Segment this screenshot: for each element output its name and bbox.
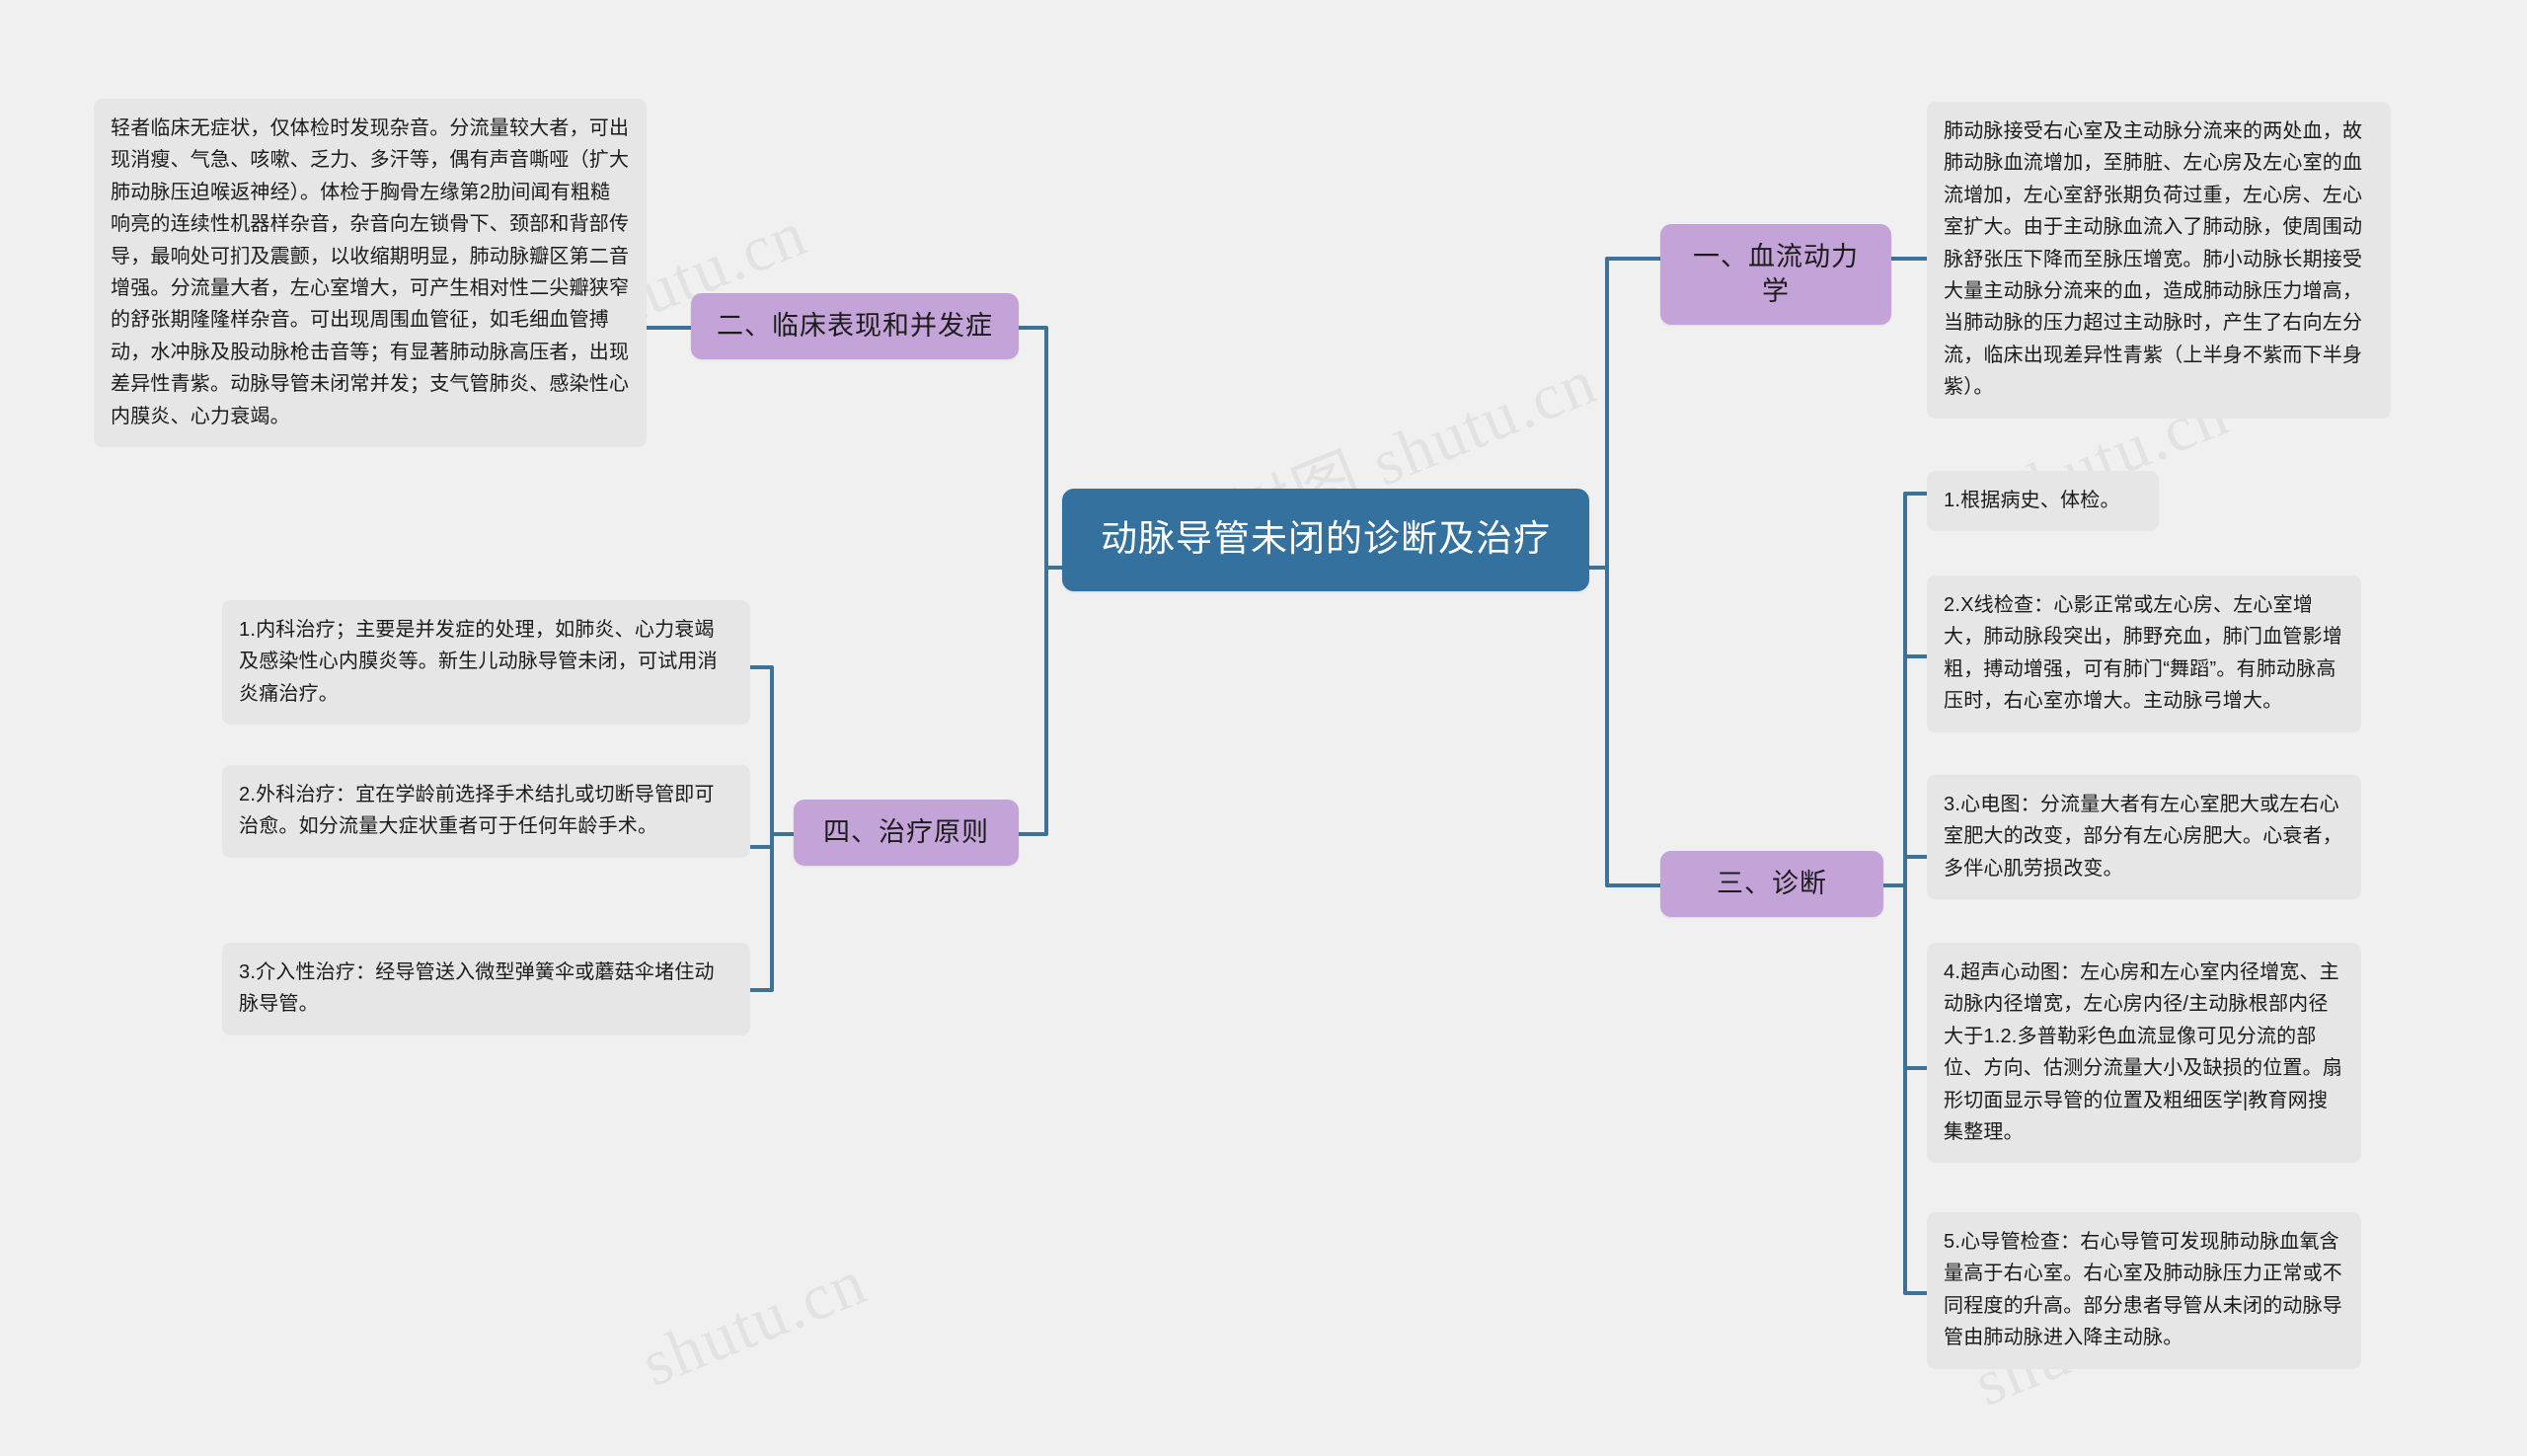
branch-node-clinical[interactable]: 二、临床表现和并发症 <box>691 293 1019 360</box>
leaf-node-diagnosis-item-text: 5.心导管检查：右心导管可发现肺动脉血氧含量高于右心室。右心室及肺动脉压力正常或… <box>1944 1231 2342 1349</box>
leaf-node-clinical-detail[interactable]: 轻者临床无症状，仅体检时发现杂音。分流量较大者，可出现消瘦、气急、咳嗽、乏力、多… <box>94 99 647 447</box>
leaf-node-diagnosis-item[interactable]: 5.心导管检查：右心导管可发现肺动脉血氧含量高于右心室。右心室及肺动脉压力正常或… <box>1927 1212 2361 1369</box>
leaf-node-diagnosis-item[interactable]: 3.心电图：分流量大者有左心室肥大或左右心室肥大的改变，部分有左心房肥大。心衰者… <box>1927 775 2361 900</box>
branch-node-diagnosis[interactable]: 三、诊断 <box>1660 851 1883 918</box>
branch-node-diagnosis-label: 三、诊断 <box>1717 869 1827 898</box>
leaf-node-diagnosis-item-text: 2.X线检查：心影正常或左心房、左心室增大，肺动脉段突出，肺野充血，肺门血管影增… <box>1944 594 2342 713</box>
leaf-node-diagnosis-item[interactable]: 2.X线检查：心影正常或左心房、左心室增大，肺动脉段突出，肺野充血，肺门血管影增… <box>1927 575 2361 732</box>
branch-node-hemodynamics[interactable]: 一、血流动力学 <box>1660 224 1891 326</box>
leaf-node-treatment-item-text: 2.外科治疗：宜在学龄前选择手术结扎或切断导管即可治愈。如分流量大症状重者可于任… <box>239 784 715 838</box>
leaf-node-diagnosis-item-text: 4.超声心动图：左心房和左心室内径增宽、主动脉内径增宽，左心房内径/主动脉根部内… <box>1944 961 2342 1143</box>
leaf-node-treatment-item[interactable]: 3.介入性治疗：经导管送入微型弹簧伞或蘑菇伞堵住动脉导管。 <box>222 943 750 1035</box>
leaf-node-diagnosis-item-text: 1.根据病史、体检。 <box>1944 490 2120 511</box>
branch-node-treatment[interactable]: 四、治疗原则 <box>794 800 1019 867</box>
root-node[interactable]: 动脉导管未闭的诊断及治疗 <box>1062 489 1589 591</box>
leaf-node-treatment-item-text: 1.内科治疗；主要是并发症的处理，如肺炎、心力衰竭及感染性心内膜炎等。新生儿动脉… <box>239 619 718 705</box>
branch-node-clinical-label: 二、临床表现和并发症 <box>717 311 993 341</box>
root-node-label: 动脉导管未闭的诊断及治疗 <box>1101 518 1551 559</box>
leaf-node-diagnosis-item[interactable]: 1.根据病史、体检。 <box>1927 471 2159 532</box>
mindmap-canvas: 动脉导管未闭的诊断及治疗 二、临床表现和并发症 四、治疗原则 一、血流动力学 三… <box>0 0 2527 1456</box>
leaf-node-clinical-detail-text: 轻者临床无症状，仅体检时发现杂音。分流量较大者，可出现消瘦、气急、咳嗽、乏力、多… <box>111 117 630 427</box>
leaf-node-treatment-item-text: 3.介入性治疗：经导管送入微型弹簧伞或蘑菇伞堵住动脉导管。 <box>239 961 715 1016</box>
leaf-node-hemodynamics-detail-text: 肺动脉接受右心室及主动脉分流来的两处血，故肺动脉血流增加，至肺脏、左心房及左心室… <box>1944 120 2363 399</box>
branch-node-treatment-label: 四、治疗原则 <box>823 817 989 847</box>
leaf-node-treatment-item[interactable]: 2.外科治疗：宜在学龄前选择手术结扎或切断导管即可治愈。如分流量大症状重者可于任… <box>222 765 750 858</box>
leaf-node-diagnosis-item[interactable]: 4.超声心动图：左心房和左心室内径增宽、主动脉内径增宽，左心房内径/主动脉根部内… <box>1927 943 2361 1164</box>
leaf-node-treatment-item[interactable]: 1.内科治疗；主要是并发症的处理，如肺炎、心力衰竭及感染性心内膜炎等。新生儿动脉… <box>222 600 750 726</box>
leaf-node-hemodynamics-detail[interactable]: 肺动脉接受右心室及主动脉分流来的两处血，故肺动脉血流增加，至肺脏、左心房及左心室… <box>1927 102 2391 419</box>
branch-node-hemodynamics-label: 一、血流动力学 <box>1693 242 1859 307</box>
leaf-node-diagnosis-item-text: 3.心电图：分流量大者有左心室肥大或左右心室肥大的改变，部分有左心房肥大。心衰者… <box>1944 794 2342 880</box>
